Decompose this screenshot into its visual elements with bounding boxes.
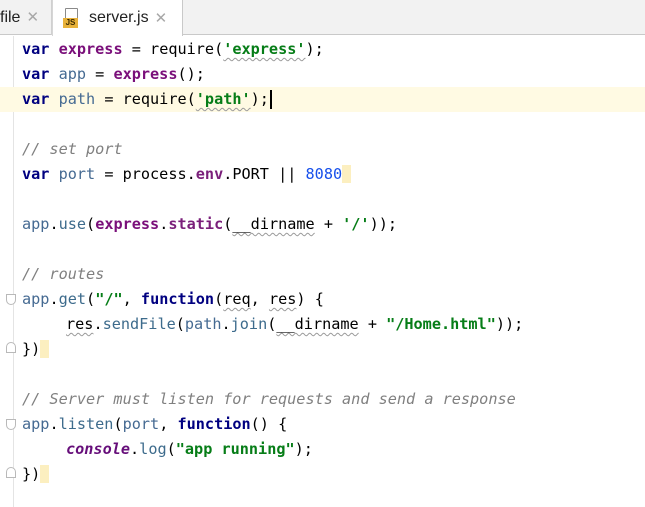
editor-tab-bar: file ✕ JS server.js ✕ bbox=[0, 0, 645, 36]
tab-file[interactable]: file ✕ bbox=[0, 0, 52, 35]
tab-server-js[interactable]: JS server.js ✕ bbox=[52, 0, 183, 36]
close-icon[interactable]: ✕ bbox=[26, 10, 39, 25]
code-line-11[interactable]: app.get("/", function(req, res) { bbox=[22, 287, 324, 312]
code-line-2[interactable]: var app = express(); bbox=[22, 62, 205, 87]
code-editor[interactable]: var express = require('express'); var ap… bbox=[0, 36, 645, 507]
fold-toggle-icon[interactable] bbox=[6, 294, 16, 305]
code-line-18[interactable]: }) bbox=[22, 462, 50, 487]
fold-toggle-icon[interactable] bbox=[6, 419, 16, 430]
tab-label: server.js bbox=[89, 9, 149, 26]
code-line-6[interactable]: var port = process.env.PORT || 8080 bbox=[22, 162, 352, 187]
close-icon[interactable]: ✕ bbox=[155, 11, 168, 26]
javascript-file-icon: JS bbox=[63, 7, 81, 29]
code-line-5[interactable]: // set port bbox=[22, 137, 123, 162]
code-line-15[interactable]: // Server must listen for requests and s… bbox=[22, 387, 516, 412]
code-line-8[interactable]: app.use(express.static(__dirname + '/'))… bbox=[22, 212, 397, 237]
fold-end-icon[interactable] bbox=[6, 342, 16, 353]
code-line-13[interactable]: }) bbox=[22, 337, 50, 362]
fold-end-icon[interactable] bbox=[6, 467, 16, 478]
tab-label: file bbox=[0, 8, 21, 26]
text-cursor bbox=[269, 90, 272, 109]
code-line-12[interactable]: res.sendFile(path.join(__dirname + "/Hom… bbox=[66, 312, 523, 337]
code-line-1[interactable]: var express = require('express'); bbox=[22, 37, 324, 62]
code-line-10[interactable]: // routes bbox=[22, 262, 104, 287]
code-line-3[interactable]: var path = require('path'); bbox=[0, 87, 645, 112]
code-line-17[interactable]: console.log("app running"); bbox=[66, 437, 313, 462]
code-line-16[interactable]: app.listen(port, function() { bbox=[22, 412, 287, 437]
